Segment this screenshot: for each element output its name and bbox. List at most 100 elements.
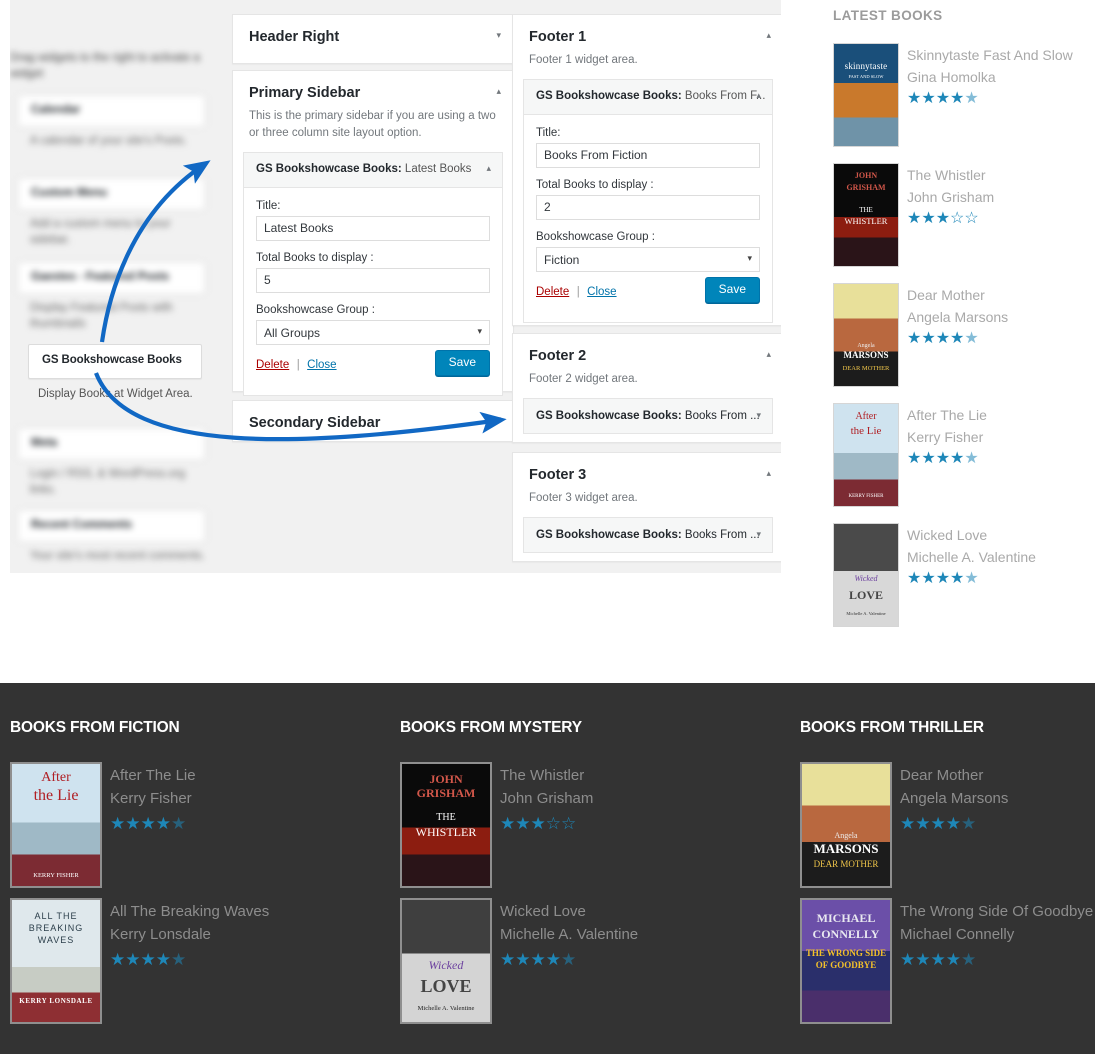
cover-art-whistler: JOHN GRISHAM THE WHISTLER xyxy=(402,764,490,886)
chevron-up-icon[interactable]: ▴ xyxy=(766,31,771,40)
chevron-down-icon[interactable]: ▾ xyxy=(496,415,501,424)
book-cover-thumbnail[interactable]: Angela MARSONS DEAR MOTHER xyxy=(833,283,899,387)
panel-description: Footer 1 widget area. xyxy=(529,54,638,67)
chevron-down-icon[interactable]: ▾ xyxy=(496,31,501,40)
star-rating: ★★★★★ xyxy=(110,949,187,969)
widget-body: Title: Total Books to display : Bookshow… xyxy=(244,187,502,395)
gs-bookshowcase-widget-desc: Display Books at Widget Area. xyxy=(38,388,193,400)
footer-widget-heading: BOOKS FROM THRILLER xyxy=(800,719,984,736)
list-item[interactable]: skinnytaste FAST AND SLOW Skinnytaste Fa… xyxy=(833,43,1095,153)
book-title: After The Lie xyxy=(110,767,196,784)
book-meta: Wicked Love Michelle A. Valentine ★★★★★ xyxy=(500,898,770,970)
sidebar-panel-header-right[interactable]: Header Right ▾ xyxy=(232,14,514,64)
sidebar-panel-footer-2: Footer 2 ▴ Footer 2 widget area. GS Book… xyxy=(512,333,781,443)
list-item[interactable]: Angela MARSONS DEAR MOTHER Dear Mother A… xyxy=(800,762,1095,888)
list-item[interactable]: JOHN GRISHAM THE WHISTLER The Whistler J… xyxy=(400,762,770,888)
widget-header[interactable]: GS Bookshowcase Books: Books From F... ▴ xyxy=(524,80,772,115)
book-cover-thumbnail[interactable]: JOHN GRISHAM THE WHISTLER xyxy=(400,762,492,888)
available-widget-card[interactable]: Custom Menu xyxy=(18,178,205,210)
widget-plugin-name: GS Bookshowcase Books: xyxy=(536,529,682,542)
star-rating: ★★★★★ xyxy=(500,949,577,969)
list-item[interactable]: Wicked LOVE Michelle A. Valentine Wicked… xyxy=(400,898,770,1024)
available-widget-desc: Display Featured Posts with thumbnails xyxy=(30,302,173,330)
chevron-up-icon[interactable]: ▴ xyxy=(496,87,501,96)
cover-art-skinnytaste: skinnytaste FAST AND SLOW xyxy=(834,44,898,146)
sidebars-column: Header Right ▾ Primary Sidebar ▴ This is… xyxy=(232,0,514,573)
site-footer: BOOKS FROM FICTION After the Lie KERRY F… xyxy=(0,683,1095,1054)
chevron-up-icon[interactable]: ▴ xyxy=(486,163,491,173)
chevron-up-icon[interactable]: ▴ xyxy=(766,469,771,478)
book-cover-thumbnail[interactable]: MICHAEL CONNELLY THE WRONG SIDE OF GOODB… xyxy=(800,898,892,1024)
book-cover-thumbnail[interactable]: ALL THE BREAKING WAVES KERRY LONSDALE xyxy=(10,898,102,1024)
chevron-up-icon[interactable]: ▴ xyxy=(756,91,761,100)
book-cover-thumbnail[interactable]: skinnytaste FAST AND SLOW xyxy=(833,43,899,147)
close-link[interactable]: Close xyxy=(307,359,336,371)
widget-header[interactable]: GS Bookshowcase Books: Latest Books ▴ xyxy=(244,152,502,188)
available-widget-card[interactable]: Gaestes - Featured Posts xyxy=(18,262,205,294)
book-title: Dear Mother xyxy=(907,287,985,303)
close-link[interactable]: Close xyxy=(587,286,616,298)
footer-widget-fiction: BOOKS FROM FICTION After the Lie KERRY F… xyxy=(10,719,380,1034)
star-rating: ★★★★★ xyxy=(907,450,979,468)
star-rating: ★★★★★ xyxy=(907,330,979,348)
book-cover-thumbnail[interactable]: Angela MARSONS DEAR MOTHER xyxy=(800,762,892,888)
chevron-down-icon[interactable]: ▾ xyxy=(756,411,761,420)
list-item[interactable]: Angela MARSONS DEAR MOTHER Dear Mother A… xyxy=(833,283,1095,393)
available-widget-gs-bookshowcase-books[interactable]: GS Bookshowcase Books xyxy=(28,344,202,379)
available-widget-name: Gaestes - Featured Posts xyxy=(31,271,170,283)
wp-widgets-admin-screenshot: Drag widgets to the right to activate a … xyxy=(10,0,781,573)
panel-description: Footer 3 widget area. xyxy=(529,492,638,505)
book-cover-thumbnail[interactable]: After the Lie KERRY FISHER xyxy=(10,762,102,888)
list-item[interactable]: After the Lie KERRY FISHER After The Lie… xyxy=(10,762,380,888)
link-separator: | xyxy=(296,358,300,371)
footers-column: Footer 1 ▴ Footer 1 widget area. GS Book… xyxy=(512,0,781,573)
total-books-input[interactable] xyxy=(536,194,760,220)
widget-gs-books-collapsed[interactable]: GS Bookshowcase Books: Books From ... ▾ xyxy=(523,517,773,554)
save-button[interactable]: Save xyxy=(704,276,760,304)
cover-art-after-the-lie: After the Lie KERRY FISHER xyxy=(12,764,100,886)
panel-title: Footer 1 xyxy=(529,29,587,45)
bookshowcase-group-select[interactable]: All Groups ▾ xyxy=(256,319,490,345)
list-item[interactable]: MICHAEL CONNELLY THE WRONG SIDE OF GOODB… xyxy=(800,898,1095,1024)
sidebar-panel-secondary[interactable]: Secondary Sidebar ▾ xyxy=(232,400,514,442)
available-widgets-intro: Drag widgets to the right to activate a … xyxy=(10,52,200,81)
chevron-up-icon[interactable]: ▴ xyxy=(766,350,771,359)
total-books-input[interactable] xyxy=(256,267,490,293)
bookshowcase-group-select[interactable]: Fiction ▾ xyxy=(536,246,760,272)
list-item[interactable]: ALL THE BREAKING WAVES KERRY LONSDALE Al… xyxy=(10,898,380,1024)
available-widget-card[interactable]: Recent Comments xyxy=(18,510,205,542)
title-input[interactable] xyxy=(256,215,490,241)
book-title: Dear Mother xyxy=(900,767,984,784)
book-cover-thumbnail[interactable]: After the Lie KERRY FISHER xyxy=(833,403,899,507)
book-meta: All The Breaking Waves Kerry Lonsdale ★★… xyxy=(110,898,380,970)
book-meta: The Wrong Side Of Goodbye Michael Connel… xyxy=(900,898,1095,970)
footer-widget-thriller: BOOKS FROM THRILLER Angela MARSONS DEAR … xyxy=(800,719,1095,1034)
list-item[interactable]: JOHN GRISHAM THE WHISTLER The Whistler J… xyxy=(833,163,1095,273)
available-widget-name: Meta xyxy=(31,437,58,449)
save-button[interactable]: Save xyxy=(434,349,490,377)
list-item[interactable]: Wicked LOVE Michelle A. Valentine Wicked… xyxy=(833,523,1095,633)
available-widget-card[interactable]: Calendar xyxy=(18,95,205,127)
book-cover-thumbnail[interactable]: Wicked LOVE Michelle A. Valentine xyxy=(400,898,492,1024)
available-widget-name: Recent Comments xyxy=(31,519,132,531)
book-meta: The Whistler John Grisham ★★★☆☆ xyxy=(500,762,770,834)
book-author: Kerry Lonsdale xyxy=(110,926,211,944)
title-input[interactable] xyxy=(536,142,760,168)
list-item[interactable]: After the Lie KERRY FISHER After The Lie… xyxy=(833,403,1095,513)
book-meta: Wicked Love Michelle A. Valentine ★★★★★ xyxy=(907,523,1095,589)
widget-plugin-name: GS Bookshowcase Books: xyxy=(536,90,682,103)
chevron-down-icon[interactable]: ▾ xyxy=(756,530,761,539)
delete-link[interactable]: Delete xyxy=(256,359,289,371)
book-meta: After The Lie Kerry Fisher ★★★★★ xyxy=(907,403,1095,469)
star-rating: ★★★★★ xyxy=(907,570,979,588)
book-cover-thumbnail[interactable]: JOHN GRISHAM THE WHISTLER xyxy=(833,163,899,267)
book-meta: Dear Mother Angela Marsons ★★★★★ xyxy=(900,762,1095,834)
widget-gs-books-collapsed[interactable]: GS Bookshowcase Books: Books From ... ▾ xyxy=(523,398,773,435)
available-widget-card[interactable]: Meta xyxy=(18,428,205,460)
book-title: The Wrong Side Of Goodbye xyxy=(900,903,1094,920)
cover-art-wicked-love: Wicked LOVE Michelle A. Valentine xyxy=(834,524,898,626)
delete-link[interactable]: Delete xyxy=(536,286,569,298)
book-cover-thumbnail[interactable]: Wicked LOVE Michelle A. Valentine xyxy=(833,523,899,627)
widget-instance-name: Latest Books xyxy=(404,162,472,175)
sidebar-panel-primary: Primary Sidebar ▴ This is the primary si… xyxy=(232,70,514,396)
